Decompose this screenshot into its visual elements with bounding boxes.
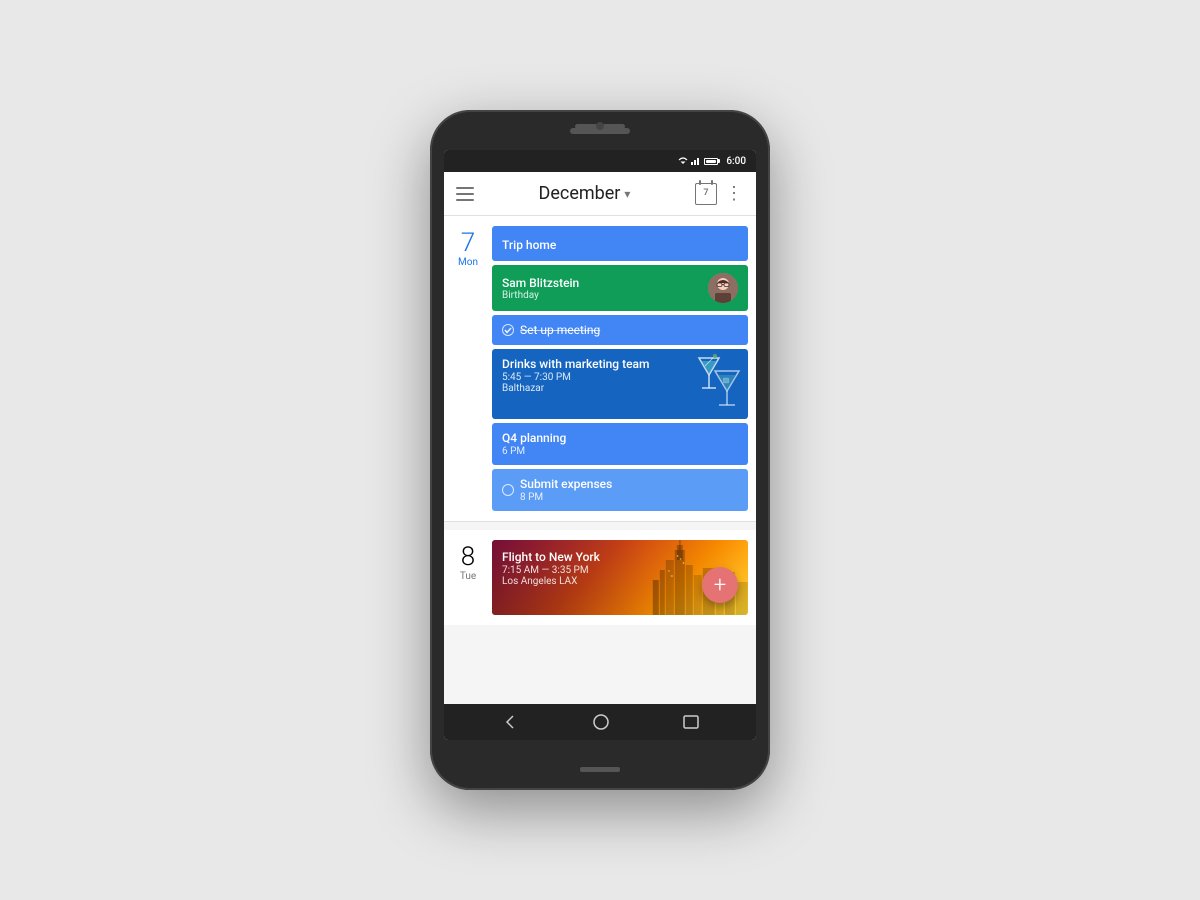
trip-home-title: Trip home	[502, 238, 556, 252]
phone-screen: 6:00 December ▾ 7 ⋮	[444, 150, 756, 740]
submit-expenses-time: 8 PM	[520, 492, 612, 503]
birthday-info: Sam Blitzstein Birthday	[502, 276, 579, 301]
avatar-illustration	[708, 273, 738, 303]
day-number-7: 7	[461, 230, 475, 256]
more-options-icon[interactable]: ⋮	[725, 185, 744, 203]
day-name-monday: Mon	[458, 257, 478, 268]
day-label-8: 8 Tue	[452, 540, 484, 615]
monday-events-list: Trip home Sam Blitzstein Birthday	[492, 226, 748, 511]
app-header: December ▾ 7 ⋮	[444, 172, 756, 216]
event-q4-planning[interactable]: Q4 planning 6 PM	[492, 423, 748, 465]
day-section-tuesday: 8 Tue	[444, 530, 756, 625]
menu-line-2	[456, 193, 474, 195]
birthday-name: Sam Blitzstein	[502, 276, 579, 290]
month-title: December	[539, 183, 621, 204]
day-name-tuesday: Tue	[460, 571, 476, 582]
nav-bar	[444, 704, 756, 740]
calendar-today-button[interactable]: 7	[695, 183, 717, 205]
flight-time: 7:15 AM — 3:35 PM	[502, 565, 738, 576]
day-section-monday: 7 Mon Trip home Sam Blitzstein Birthday	[444, 216, 756, 522]
nav-recents-button[interactable]	[683, 715, 699, 729]
phone-device: 6:00 December ▾ 7 ⋮	[430, 110, 770, 790]
event-sam-birthday[interactable]: Sam Blitzstein Birthday	[492, 265, 748, 311]
birthday-avatar	[708, 273, 738, 303]
dropdown-arrow-icon: ▾	[624, 187, 630, 201]
calendar-content: 7 Mon Trip home Sam Blitzstein Birthday	[444, 216, 756, 704]
drinks-card-content: Drinks with marketing team 5:45 — 7:30 P…	[502, 357, 738, 394]
recents-icon	[683, 715, 699, 729]
event-set-up-meeting[interactable]: Set up meeting	[492, 315, 748, 345]
battery-icon	[704, 158, 718, 165]
nav-home-button[interactable]	[592, 713, 610, 731]
menu-line-1	[456, 187, 474, 189]
header-actions: 7 ⋮	[695, 183, 744, 205]
drinks-title: Drinks with marketing team	[502, 357, 738, 371]
task-icon-submit	[502, 484, 514, 496]
battery-fill	[706, 160, 716, 163]
fab-add-button[interactable]: +	[702, 567, 738, 603]
calendar-day-number: 7	[703, 189, 708, 198]
set-up-meeting-title: Set up meeting	[520, 323, 600, 337]
birthday-type: Birthday	[502, 290, 579, 301]
day-divider	[444, 522, 756, 530]
status-time: 6:00	[726, 156, 746, 167]
day-label-7: 7 Mon	[452, 226, 484, 511]
event-submit-expenses[interactable]: Submit expenses 8 PM	[492, 469, 748, 511]
task-checkmark-icon	[502, 324, 514, 336]
flight-title: Flight to New York	[502, 550, 738, 564]
wifi-icon	[678, 157, 688, 165]
drinks-location: Balthazar	[502, 383, 738, 394]
q4-title: Q4 planning	[502, 431, 738, 445]
menu-icon[interactable]	[456, 187, 474, 201]
event-flight-ny[interactable]: Flight to New York 7:15 AM — 3:35 PM Los…	[492, 540, 748, 615]
header-title[interactable]: December ▾	[474, 183, 695, 204]
menu-line-3	[456, 199, 474, 201]
drinks-time: 5:45 — 7:30 PM	[502, 372, 738, 383]
back-icon	[501, 713, 519, 731]
tuesday-events-list: Flight to New York 7:15 AM — 3:35 PM Los…	[492, 540, 748, 615]
q4-time: 6 PM	[502, 446, 738, 457]
avatar-face	[708, 273, 738, 303]
phone-camera	[596, 122, 604, 130]
signal-icon	[691, 157, 701, 165]
status-bar: 6:00	[444, 150, 756, 172]
day-number-8: 8	[461, 544, 475, 570]
submit-expenses-title: Submit expenses	[520, 477, 612, 491]
status-icons	[678, 157, 718, 165]
nav-back-button[interactable]	[501, 713, 519, 731]
event-trip-home[interactable]: Trip home	[492, 226, 748, 261]
home-icon	[592, 713, 610, 731]
submit-expenses-info: Submit expenses 8 PM	[520, 477, 612, 503]
event-drinks-marketing[interactable]: Drinks with marketing team 5:45 — 7:30 P…	[492, 349, 748, 419]
